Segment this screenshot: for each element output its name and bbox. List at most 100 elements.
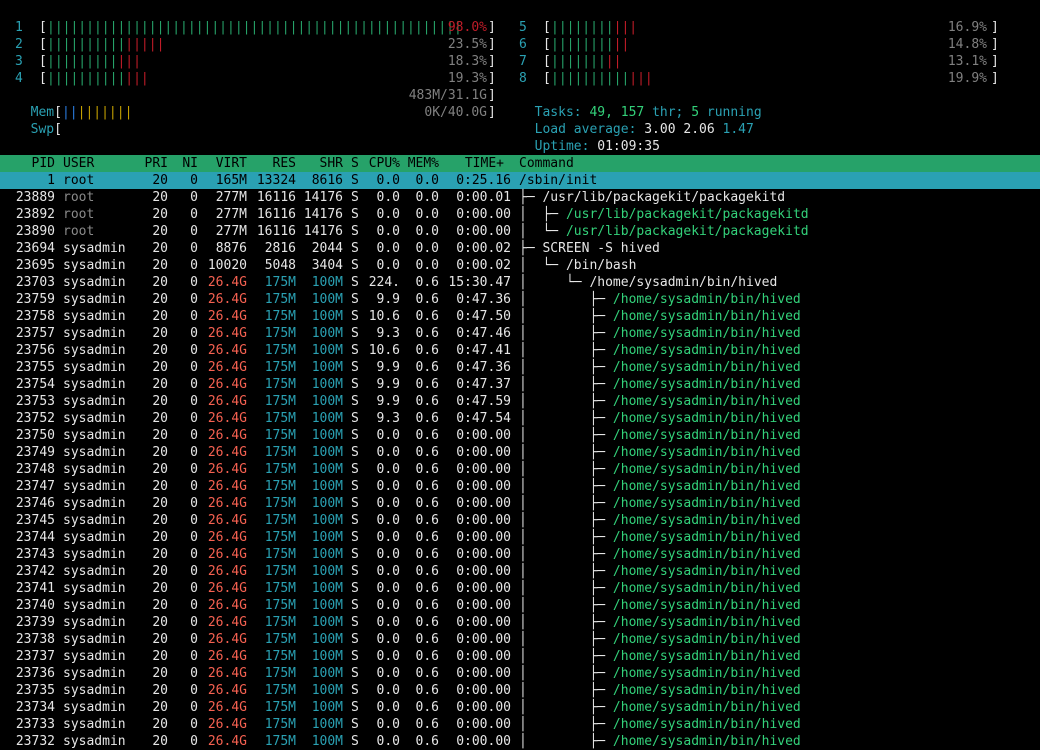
priority: 20	[152, 479, 168, 494]
virt: 26.4G	[207, 360, 247, 375]
process-row[interactable]: 23752 sysadmin 20 0 26.4G 175M 100M S 9.3 0.6 0:47…	[0, 410, 1040, 427]
cpu-percent: 0.0	[376, 530, 400, 545]
col-shr[interactable]: SHR	[298, 155, 343, 172]
user: sysadmin	[63, 700, 126, 715]
cpu-value: 16.9%	[947, 20, 987, 35]
state: S	[351, 394, 359, 409]
virt: 26.4G	[207, 428, 247, 443]
process-row[interactable]: 23753 sysadmin 20 0 26.4G 175M 100M S 9.9 0.6 0:47…	[0, 393, 1040, 410]
process-row[interactable]: 23889 root 20 0 277M 16116 14176 S 0.0 0.0 0:00.01…	[0, 189, 1040, 206]
col-pid[interactable]: PID	[0, 155, 55, 172]
process-row[interactable]: 23732 sysadmin 20 0 26.4G 175M 100M S 0.0 0.6 0:00…	[0, 733, 1040, 750]
process-row[interactable]: 23741 sysadmin 20 0 26.4G 175M 100M S 0.0 0.6 0:00…	[0, 580, 1040, 597]
process-row[interactable]: 23695 sysadmin 20 0 10020 5048 3404 S 0.0 0.0 0:00…	[0, 257, 1040, 274]
user: sysadmin	[63, 530, 126, 545]
res: 175M	[264, 275, 296, 290]
pid: 23747	[15, 479, 55, 494]
process-row[interactable]: 23748 sysadmin 20 0 26.4G 175M 100M S 0.0 0.6 0:00…	[0, 461, 1040, 478]
virt: 26.4G	[207, 598, 247, 613]
process-row[interactable]: 23739 sysadmin 20 0 26.4G 175M 100M S 0.0 0.6 0:00…	[0, 614, 1040, 631]
process-row[interactable]: 23745 sysadmin 20 0 26.4G 175M 100M S 0.0 0.6 0:00…	[0, 512, 1040, 529]
process-row[interactable]: 23757 sysadmin 20 0 26.4G 175M 100M S 9.3 0.6 0:47…	[0, 325, 1040, 342]
col-time[interactable]: TIME+	[442, 155, 504, 172]
process-row[interactable]: 23758 sysadmin 20 0 26.4G 175M 100M S 10.6 0.6 0:4…	[0, 308, 1040, 325]
nice: 0	[190, 598, 198, 613]
col-res[interactable]: RES	[250, 155, 296, 172]
cpu-usage-bar: ||||||||||||	[47, 54, 141, 69]
res: 175M	[264, 615, 296, 630]
res: 175M	[264, 462, 296, 477]
process-row[interactable]: 23756 sysadmin 20 0 26.4G 175M 100M S 10.6 0.6 0:4…	[0, 342, 1040, 359]
state: S	[351, 564, 359, 579]
process-row[interactable]: 1 root 20 0 165M 13324 8616 S 0.0 0.0 0:25.16/sbin…	[0, 172, 1040, 189]
mem-percent: 0.6	[415, 411, 439, 426]
process-table-header[interactable]: PID USER PRI NI VIRT RES SHR S CPU% MEM%…	[0, 155, 1040, 172]
col-pri[interactable]: PRI	[120, 155, 168, 172]
pid: 1	[47, 173, 55, 188]
time: 0:00.00	[456, 513, 511, 528]
virt: 26.4G	[207, 326, 247, 341]
mem-percent: 0.0	[415, 190, 439, 205]
process-row[interactable]: 23738 sysadmin 20 0 26.4G 175M 100M S 0.0 0.6 0:00…	[0, 631, 1040, 648]
shr: 100M	[311, 734, 343, 749]
command: │ ├─ /home/sysadmin/bin/hived	[519, 547, 801, 562]
state: S	[351, 615, 359, 630]
process-row[interactable]: 23742 sysadmin 20 0 26.4G 175M 100M S 0.0 0.6 0:00…	[0, 563, 1040, 580]
pid: 23742	[15, 564, 55, 579]
virt: 26.4G	[207, 513, 247, 528]
process-row[interactable]: 23750 sysadmin 20 0 26.4G 175M 100M S 0.0 0.6 0:00…	[0, 427, 1040, 444]
cpu-percent: 0.0	[376, 241, 400, 256]
user: sysadmin	[63, 666, 126, 681]
shr: 100M	[311, 513, 343, 528]
process-row[interactable]: 23736 sysadmin 20 0 26.4G 175M 100M S 0.0 0.6 0:00…	[0, 665, 1040, 682]
time: 0:00.00	[456, 598, 511, 613]
col-state[interactable]: S	[351, 155, 359, 172]
process-row[interactable]: 23744 sysadmin 20 0 26.4G 175M 100M S 0.0 0.6 0:00…	[0, 529, 1040, 546]
nice: 0	[190, 462, 198, 477]
process-row[interactable]: 23749 sysadmin 20 0 26.4G 175M 100M S 0.0 0.6 0:00…	[0, 444, 1040, 461]
col-mem[interactable]: MEM%	[402, 155, 439, 172]
process-row[interactable]: 23743 sysadmin 20 0 26.4G 175M 100M S 0.0 0.6 0:00…	[0, 546, 1040, 563]
col-cpu[interactable]: CPU%	[362, 155, 400, 172]
process-row[interactable]: 23754 sysadmin 20 0 26.4G 175M 100M S 9.9 0.6 0:47…	[0, 376, 1040, 393]
user: sysadmin	[63, 275, 126, 290]
process-row[interactable]: 23746 sysadmin 20 0 26.4G 175M 100M S 0.0 0.6 0:00…	[0, 495, 1040, 512]
process-row[interactable]: 23737 sysadmin 20 0 26.4G 175M 100M S 0.0 0.6 0:00…	[0, 648, 1040, 665]
process-row[interactable]: 23733 sysadmin 20 0 26.4G 175M 100M S 0.0 0.6 0:00…	[0, 716, 1040, 733]
mem-percent: 0.6	[415, 581, 439, 596]
col-command[interactable]: Command	[519, 155, 574, 172]
cpu-meter-8: 8[||||||||||||| 19.9%]	[519, 71, 999, 86]
state: S	[351, 581, 359, 596]
time: 0:00.00	[456, 462, 511, 477]
time: 0:00.00	[456, 649, 511, 664]
cpu-percent: 0.0	[376, 258, 400, 273]
pid: 23695	[15, 258, 55, 273]
process-row[interactable]: 23747 sysadmin 20 0 26.4G 175M 100M S 0.0 0.6 0:00…	[0, 478, 1040, 495]
process-row[interactable]: 23759 sysadmin 20 0 26.4G 175M 100M S 9.9 0.6 0:47…	[0, 291, 1040, 308]
state: S	[351, 445, 359, 460]
process-row[interactable]: 23892 root 20 0 277M 16116 14176 S 0.0 0.0 0:00.00…	[0, 206, 1040, 223]
virt: 165M	[215, 173, 247, 188]
state: S	[351, 360, 359, 375]
pid: 23744	[15, 530, 55, 545]
col-ni[interactable]: NI	[170, 155, 198, 172]
process-row[interactable]: 23890 root 20 0 277M 16116 14176 S 0.0 0.0 0:00.00…	[0, 223, 1040, 240]
process-row[interactable]: 23734 sysadmin 20 0 26.4G 175M 100M S 0.0 0.6 0:00…	[0, 699, 1040, 716]
col-user[interactable]: USER	[63, 155, 94, 172]
cpu-id: 1	[15, 20, 23, 35]
process-row[interactable]: 23735 sysadmin 20 0 26.4G 175M 100M S 0.0 0.6 0:00…	[0, 682, 1040, 699]
time: 0:00.02	[456, 258, 511, 273]
virt: 26.4G	[207, 309, 247, 324]
pid: 23889	[15, 190, 55, 205]
nice: 0	[190, 292, 198, 307]
process-row[interactable]: 23740 sysadmin 20 0 26.4G 175M 100M S 0.0 0.6 0:00…	[0, 597, 1040, 614]
process-row[interactable]: 23755 sysadmin 20 0 26.4G 175M 100M S 9.9 0.6 0:47…	[0, 359, 1040, 376]
col-virt[interactable]: VIRT	[200, 155, 247, 172]
user: sysadmin	[63, 649, 126, 664]
process-row[interactable]: 23694 sysadmin 20 0 8876 2816 2044 S 0.0 0.0 0:00.…	[0, 240, 1040, 257]
process-row[interactable]: 23703 sysadmin 20 0 26.4G 175M 100M S 224. 0.6 15:…	[0, 274, 1040, 291]
shr: 100M	[311, 496, 343, 511]
pid: 23756	[15, 343, 55, 358]
pid: 23750	[15, 428, 55, 443]
pid: 23755	[15, 360, 55, 375]
